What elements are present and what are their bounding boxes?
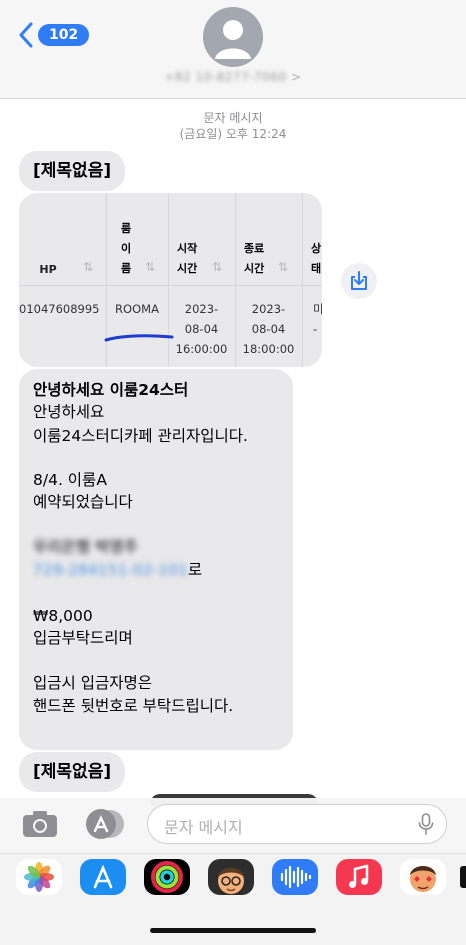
table-cell-room: ROOMA: [115, 302, 159, 316]
message-line: 이룸24스터디카페 관리자입니다.: [33, 427, 248, 445]
save-share-button[interactable]: [341, 263, 377, 299]
bank-name: 우리은행 박영주: [33, 538, 138, 556]
table-cell-start: 2023- 08-04 16:00:00: [175, 302, 228, 356]
chevron-left-icon: [19, 22, 33, 48]
compose-bar: 문자 메시지: [0, 798, 466, 853]
home-indicator[interactable]: [150, 928, 316, 933]
microphone-icon[interactable]: [418, 813, 434, 835]
table-header-start: 시작 시간: [177, 242, 198, 275]
sort-icon[interactable]: ⇅: [83, 260, 93, 274]
sort-icon[interactable]: ⇅: [212, 260, 222, 274]
contact-avatar[interactable]: [203, 7, 263, 67]
camera-icon: [23, 811, 57, 837]
table-header-hp: HP: [39, 263, 57, 276]
conversation-header: 102 +82 10-8277-7060 >: [0, 0, 466, 99]
message-subject[interactable]: [제목없음]: [19, 151, 126, 191]
contact-name[interactable]: +82 10-8277-7060 >: [0, 70, 466, 84]
unread-count-badge: 102: [38, 24, 90, 46]
chevron-right-icon: >: [290, 70, 302, 84]
message-bubble[interactable]: 안녕하세요 이룸24스터 안녕하세요 이룸24스터디카페 관리자입니다. 8/4…: [19, 369, 293, 750]
table-cell-end: 2023- 08-04 18:00:00: [242, 302, 295, 356]
sort-icon[interactable]: ⇅: [145, 260, 155, 274]
message-line: 입금부탁드리며: [33, 629, 133, 647]
message-input[interactable]: 문자 메시지: [147, 804, 447, 844]
sort-icon[interactable]: ⇅: [278, 260, 288, 274]
app-store-icon: [86, 809, 124, 839]
photos-icon[interactable]: [16, 859, 62, 895]
audio-message-icon[interactable]: [272, 859, 318, 895]
message-title: 안녕하세요 이룸24스터: [33, 381, 189, 399]
message-input-placeholder: 문자 메시지: [164, 818, 243, 837]
app-store-icon[interactable]: [80, 859, 126, 895]
message-line: 8/4. 이룸A: [33, 471, 107, 489]
table-header-status: 상태: [311, 242, 322, 275]
message-timestamp: (금요일) 오후 12:24: [179, 127, 287, 141]
partial-app-icon: [460, 866, 466, 888]
message-line: 입금시 입금자명은: [33, 674, 153, 692]
account-number-link[interactable]: 729-284151-02-101: [33, 561, 188, 579]
table-cell-status: 미-: [313, 302, 322, 336]
fitness-icon[interactable]: [144, 859, 190, 895]
message-line: 예약되었습니다: [33, 493, 133, 511]
camera-button[interactable]: [21, 808, 59, 840]
table-header-end: 종료 시간: [244, 242, 265, 275]
music-icon[interactable]: [336, 859, 382, 895]
table-cell-hp: 01047608995: [19, 302, 100, 316]
message-subject[interactable]: [제목없음]: [19, 752, 126, 792]
message-line: 안녕하세요: [33, 403, 105, 421]
table-message-bubble[interactable]: HP ⇅ 룸이름 ⇅ 시작 시간 ⇅ 종료 시간 ⇅ 상태 01047608995 …: [19, 193, 322, 367]
person-icon: [215, 20, 251, 59]
download-icon: [351, 271, 367, 290]
amount-text: ₩8,000: [33, 607, 93, 625]
table-header-room: 룸이름: [120, 222, 132, 275]
memoji-stickers-icon[interactable]: [400, 859, 446, 895]
account-line: 729-284151-02-101로: [33, 561, 203, 579]
handwritten-underline: [104, 334, 174, 342]
apps-button[interactable]: [81, 807, 127, 841]
memoji-icon[interactable]: [208, 859, 254, 895]
service-label: 문자 메시지: [203, 111, 263, 125]
back-button[interactable]: 102: [18, 22, 90, 48]
message-line: 핸드폰 뒷번호로 부탁드립니다.: [33, 697, 234, 715]
